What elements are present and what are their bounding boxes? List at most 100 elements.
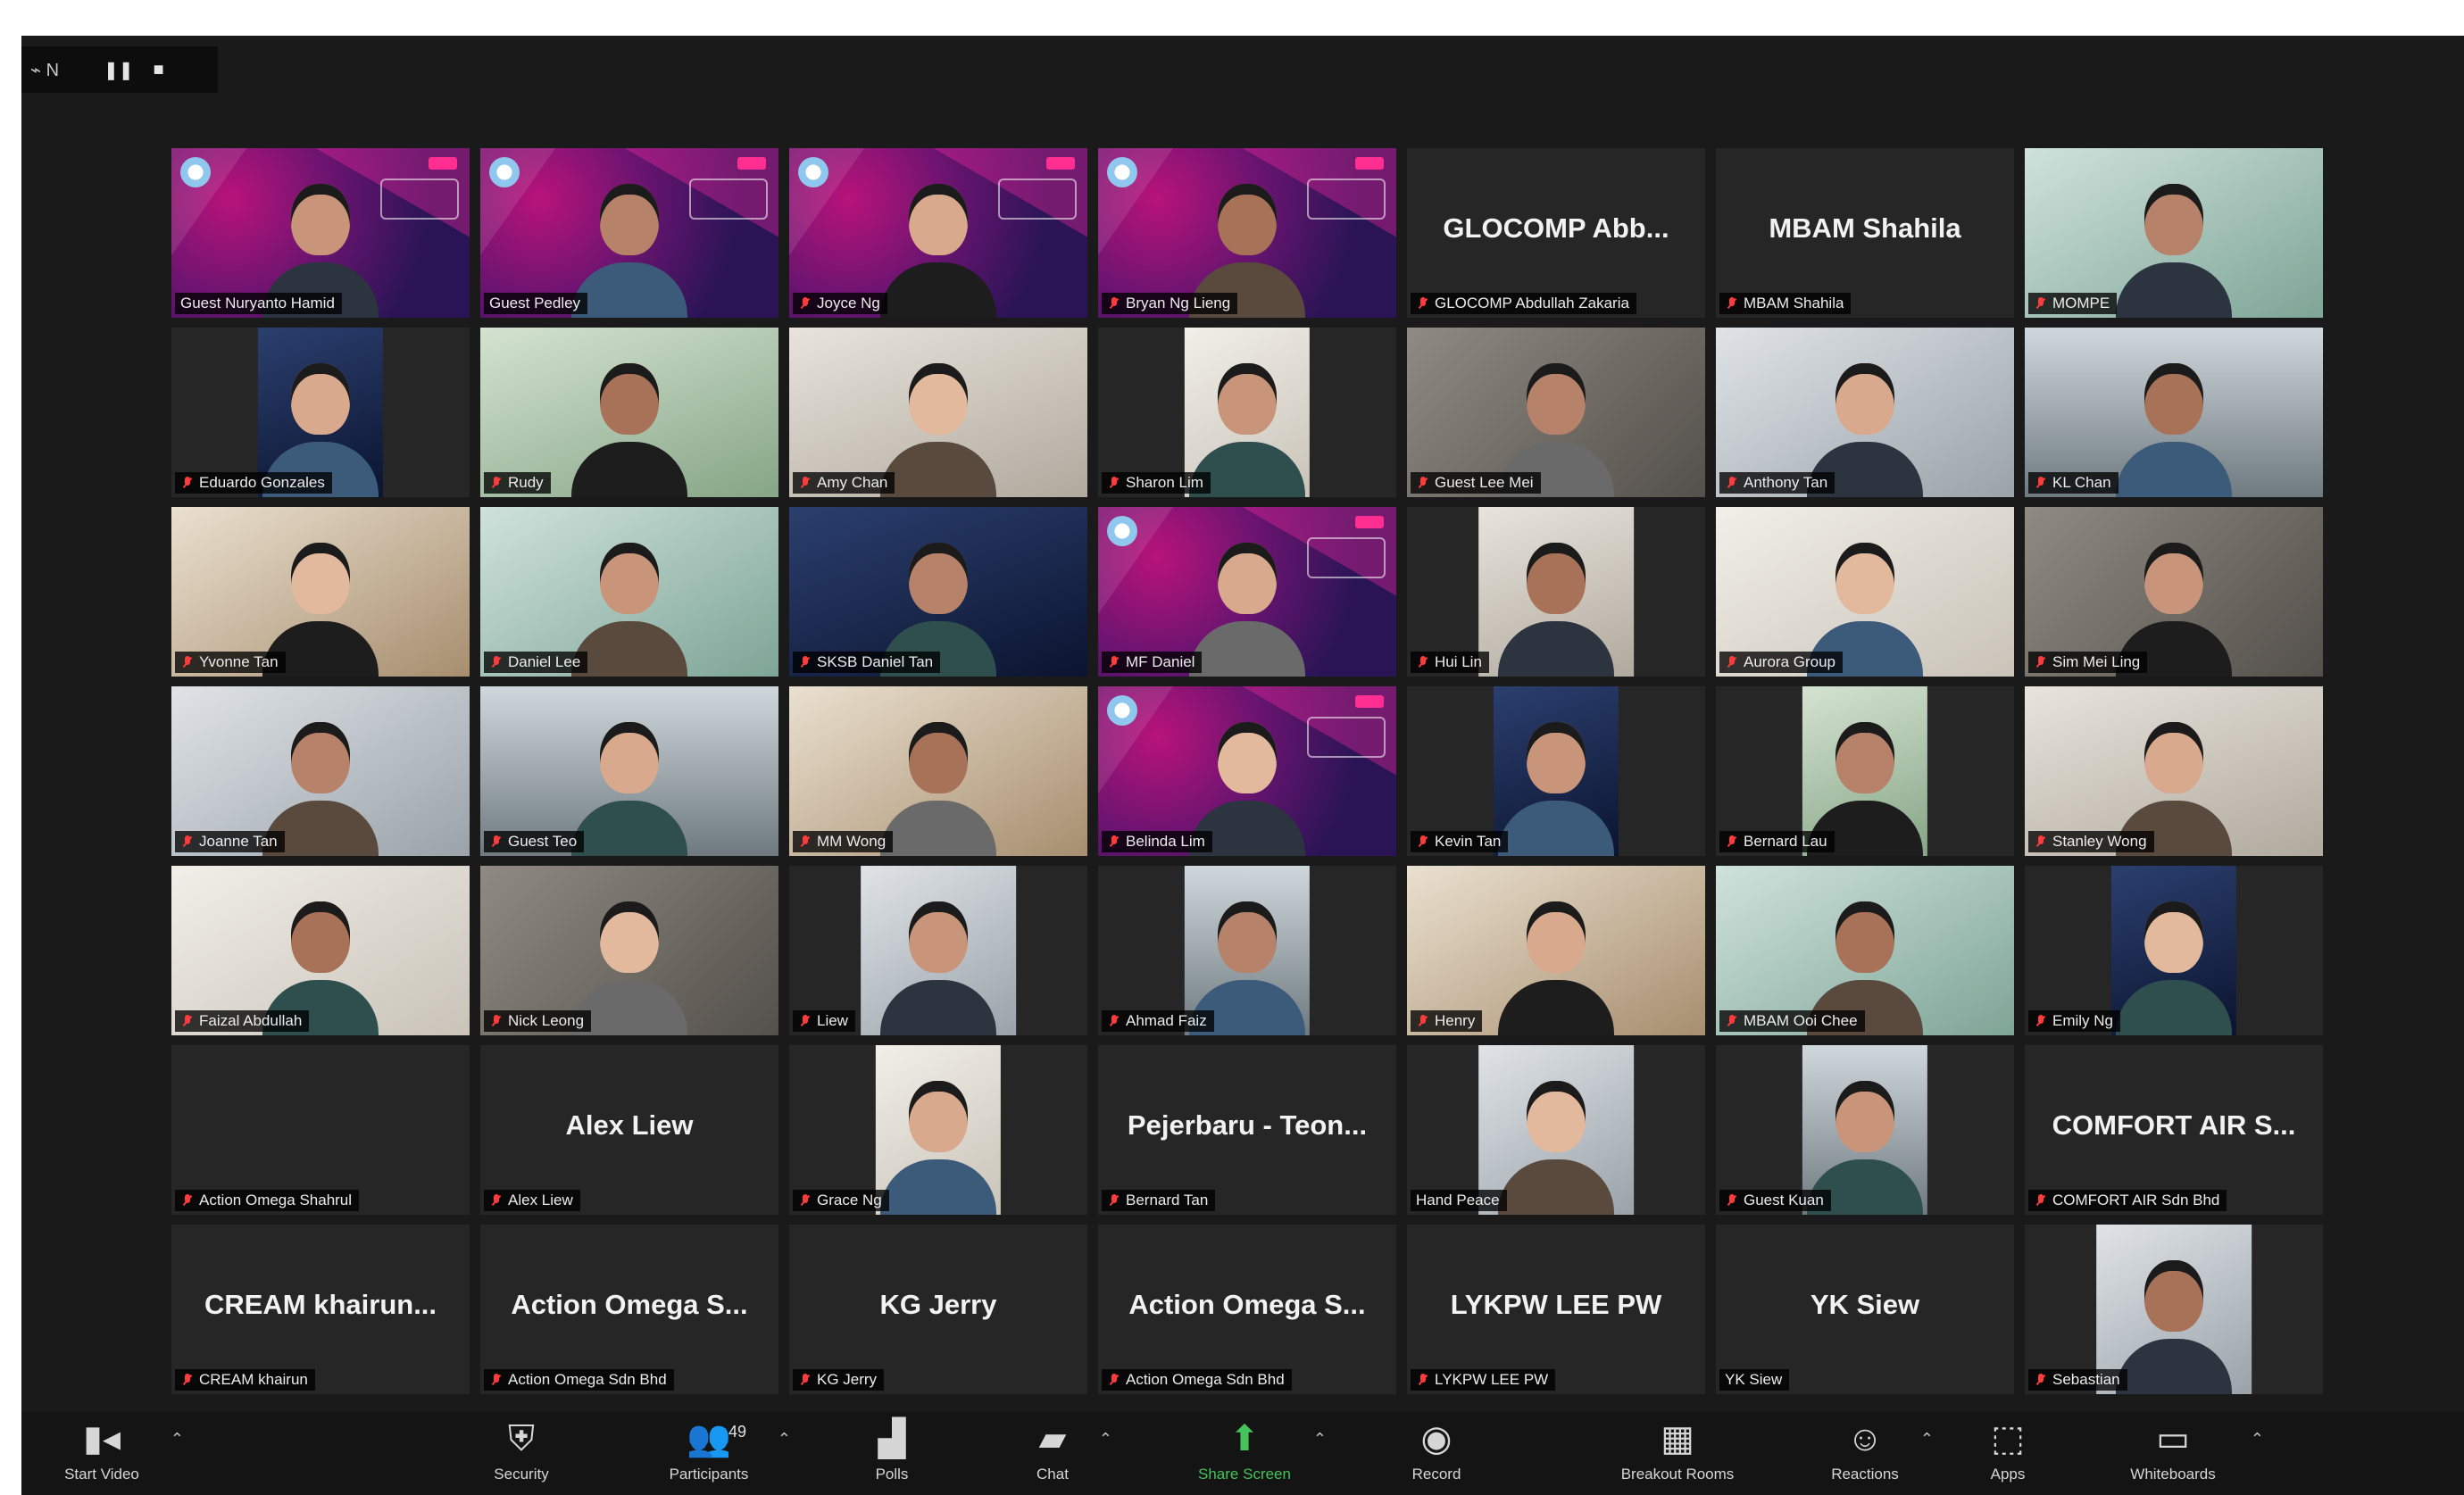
video-camera-icon: ▮◂: [82, 1419, 121, 1458]
chevron-up-icon[interactable]: ⌃: [778, 1430, 791, 1449]
participant-tile[interactable]: SKSB Daniel Tan: [789, 507, 1087, 677]
participant-tile[interactable]: Aurora Group: [1716, 507, 2014, 677]
participant-tile[interactable]: Guest Teo: [480, 686, 778, 856]
participant-tile[interactable]: Bernard Lau: [1716, 686, 2014, 856]
participant-tile[interactable]: MM Wong: [789, 686, 1087, 856]
participant-name-label: Bernard Tan: [1102, 1190, 1216, 1211]
participant-display-name: YK Siew: [1810, 1289, 1920, 1320]
participant-tile[interactable]: Hui Lin: [1407, 507, 1705, 677]
participant-tile[interactable]: Daniel Lee: [480, 507, 778, 677]
participant-name-label: Belinda Lim: [1102, 831, 1212, 852]
pause-icon[interactable]: ❚❚: [104, 59, 134, 81]
mic-muted-icon: [1107, 835, 1121, 849]
participant-tile[interactable]: YK Siew YK Siew: [1716, 1225, 2014, 1394]
participant-name-label: Sharon Lim: [1102, 472, 1211, 494]
participant-tile[interactable]: CREAM khairun... CREAM khairun: [171, 1225, 470, 1394]
toolbar-polls-button[interactable]: ▟ Polls: [852, 1417, 932, 1492]
participant-tile[interactable]: Rudy: [480, 328, 778, 497]
participant-tile[interactable]: Kevin Tan: [1407, 686, 1705, 856]
chevron-up-icon[interactable]: ⌃: [1313, 1430, 1327, 1449]
participant-tile[interactable]: Grace Ng: [789, 1045, 1087, 1215]
participant-tile[interactable]: Sebastian: [2025, 1225, 2323, 1394]
mic-muted-icon: [798, 1373, 812, 1387]
participant-tile[interactable]: Liew: [789, 866, 1087, 1035]
mic-muted-icon: [1725, 655, 1739, 669]
participant-name-label: Daniel Lee: [484, 652, 588, 673]
participant-tile[interactable]: Sim Mei Ling: [2025, 507, 2323, 677]
participant-tile[interactable]: Emily Ng: [2025, 866, 2323, 1035]
participant-tile[interactable]: Belinda Lim: [1098, 686, 1396, 856]
participant-tile[interactable]: Amy Chan: [789, 328, 1087, 497]
participant-tile[interactable]: Joanne Tan: [171, 686, 470, 856]
mic-muted-icon: [180, 835, 195, 849]
participant-tile[interactable]: Yvonne Tan: [171, 507, 470, 677]
participant-tile[interactable]: Ahmad Faiz: [1098, 866, 1396, 1035]
participant-name: Nick Leong: [508, 1012, 585, 1029]
participant-tile[interactable]: Guest Kuan: [1716, 1045, 2014, 1215]
participant-tile[interactable]: Nick Leong: [480, 866, 778, 1035]
participant-tile[interactable]: Action Omega S... Action Omega Sdn Bhd: [480, 1225, 778, 1394]
participant-tile[interactable]: MOMPE: [2025, 148, 2323, 318]
participant-name-label: MF Daniel: [1102, 652, 1203, 673]
mic-muted-icon: [489, 1193, 504, 1208]
participant-name: YK Siew: [1725, 1371, 1783, 1388]
participant-tile[interactable]: Anthony Tan: [1716, 328, 2014, 497]
toolbar-record-button[interactable]: ◉ Record: [1352, 1417, 1521, 1492]
participant-silhouette: [1498, 543, 1614, 677]
toolbar-reactions-button[interactable]: ☺ Reactions ⌃: [1816, 1417, 1934, 1492]
participant-tile[interactable]: Alex Liew Alex Liew: [480, 1045, 778, 1215]
participant-silhouette: [571, 722, 687, 856]
participant-tile[interactable]: Faizal Abdullah: [171, 866, 470, 1035]
participant-tile[interactable]: KL Chan: [2025, 328, 2323, 497]
toolbar-whiteboards-button[interactable]: ▭ Whiteboards ⌃: [2102, 1417, 2264, 1492]
record-icon: ◉: [1420, 1419, 1453, 1458]
participant-name-label: MBAM Ooi Chee: [1719, 1010, 1865, 1032]
participant-name: Rudy: [508, 474, 544, 491]
participant-name: MBAM Ooi Chee: [1744, 1012, 1858, 1029]
participant-tile[interactable]: Hand Peace: [1407, 1045, 1705, 1215]
participant-tile[interactable]: MF Daniel: [1098, 507, 1396, 677]
toolbar-start-video-button[interactable]: ▮◂ Start Video ⌃: [39, 1417, 184, 1492]
stop-icon[interactable]: ■: [154, 60, 164, 80]
participant-name-label: KL Chan: [2028, 472, 2119, 494]
participant-tile[interactable]: Action Omega S... Action Omega Sdn Bhd: [1098, 1225, 1396, 1394]
participant-name: GLOCOMP Abdullah Zakaria: [1435, 295, 1629, 311]
chevron-up-icon[interactable]: ⌃: [2251, 1430, 2264, 1449]
participant-tile[interactable]: Guest Pedley: [480, 148, 778, 318]
chevron-up-icon[interactable]: ⌃: [1099, 1430, 1112, 1449]
participant-tile[interactable]: Henry: [1407, 866, 1705, 1035]
toolbar-security-button[interactable]: ⛨ Security: [477, 1417, 566, 1492]
participant-tile[interactable]: Guest Lee Mei: [1407, 328, 1705, 497]
participant-tile[interactable]: Bryan Ng Lieng: [1098, 148, 1396, 318]
toolbar-breakout-rooms-button[interactable]: ▦ Breakout Rooms: [1602, 1417, 1753, 1492]
chevron-up-icon[interactable]: ⌃: [1920, 1430, 1934, 1449]
participant-tile[interactable]: Eduardo Gonzales: [171, 328, 470, 497]
participant-tile[interactable]: Guest Nuryanto Hamid: [171, 148, 470, 318]
participant-tile[interactable]: KG Jerry KG Jerry: [789, 1225, 1087, 1394]
participant-tile[interactable]: LYKPW LEE PW LYKPW LEE PW: [1407, 1225, 1705, 1394]
participant-tile[interactable]: COMFORT AIR S... COMFORT AIR Sdn Bhd: [2025, 1045, 2323, 1215]
toolbar-button-label: Security: [494, 1466, 549, 1483]
toolbar-chat-button[interactable]: ▰ Chat ⌃: [1012, 1417, 1112, 1492]
toolbar-button-label: Whiteboards: [2130, 1466, 2216, 1483]
toolbar-apps-button[interactable]: ⬚ Apps: [1968, 1417, 2048, 1492]
participant-tile[interactable]: MBAM Shahila MBAM Shahila: [1716, 148, 2014, 318]
toolbar-share-screen-button[interactable]: ⬆ Share Screen ⌃: [1182, 1417, 1327, 1492]
participant-tile[interactable]: MBAM Ooi Chee: [1716, 866, 2014, 1035]
participant-tile[interactable]: Joyce Ng: [789, 148, 1087, 318]
participant-display-name: GLOCOMP Abb...: [1443, 212, 1669, 244]
participant-name: Sim Mei Ling: [2052, 653, 2141, 670]
participant-name-label: Guest Pedley: [484, 293, 588, 314]
mic-muted-icon: [798, 1014, 812, 1028]
mic-muted-icon: [180, 655, 195, 669]
mic-muted-icon: [489, 835, 504, 849]
participant-tile[interactable]: Stanley Wong: [2025, 686, 2323, 856]
participant-tile[interactable]: Pejerbaru - Teon... Bernard Tan: [1098, 1045, 1396, 1215]
chevron-up-icon[interactable]: ⌃: [171, 1430, 184, 1449]
event-seal-icon: [1107, 516, 1137, 546]
participant-tile[interactable]: Action Omega Shahrul: [171, 1045, 470, 1215]
participant-tile[interactable]: GLOCOMP Abb... GLOCOMP Abdullah Zakaria: [1407, 148, 1705, 318]
participant-tile[interactable]: Sharon Lim: [1098, 328, 1396, 497]
mic-muted-icon: [489, 1373, 504, 1387]
toolbar-participants-button[interactable]: 👥 49 Participants ⌃: [646, 1417, 791, 1492]
